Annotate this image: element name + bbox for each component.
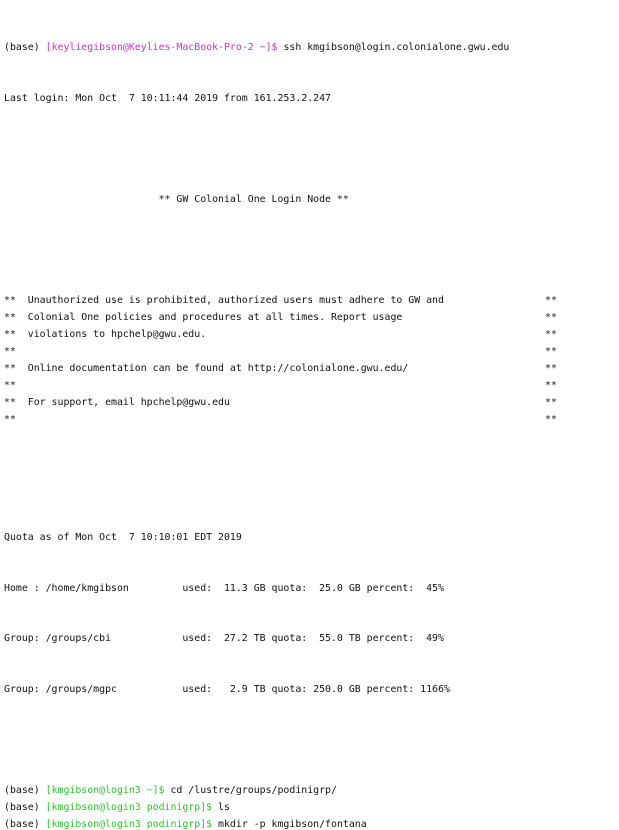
banner-border: ** [545, 413, 557, 425]
banner-text: ** For support, email hpchelp@gwu.edu [4, 396, 230, 408]
banner-border: ** [545, 362, 557, 374]
conda-env: (base) [4, 41, 46, 53]
remote-prompt: [kmgibson@login3 ~]$ [45, 785, 165, 797]
session-command-line: (base) [kmgibson@login3 podinigrp]$ mkdi… [4, 817, 509, 830]
command: mkdir -p kmgibson/fontana [212, 819, 367, 830]
banner-line: ** For support, email hpchelp@gwu.edu ** [4, 395, 557, 412]
conda-env: (base) [4, 802, 46, 814]
banner-line: ** Unauthorized use is prohibited, autho… [4, 293, 557, 310]
session-command-line: (base) [kmgibson@login3 podinigrp]$ ls [4, 800, 509, 817]
remote-prompt: [kmgibson@login3 podinigrp]$ [45, 802, 213, 814]
banner-line: ** ** [4, 378, 557, 395]
conda-env: (base) [4, 785, 46, 797]
banner-text: ** [4, 346, 16, 357]
banner-text: ** [4, 379, 16, 391]
banner-line: ** ** [4, 412, 557, 429]
banner-border: ** [545, 346, 557, 357]
remote-prompt: [kmgibson@login3 podinigrp]$ [45, 819, 213, 830]
last-login-line: Last login: Mon Oct 7 10:11:44 2019 from… [4, 92, 331, 104]
terminal-output[interactable]: (base) [keyliegibson@Keylies-MacBook-Pro… [4, 6, 557, 830]
banner-border: ** [545, 379, 557, 391]
banner-border: ** [545, 312, 557, 324]
banner-line: ** ** [4, 344, 557, 361]
quota-row: Home : /home/kmgibson used: 11.3 GB quot… [4, 582, 444, 594]
banner-line: ** Online documentation can be found at … [4, 361, 557, 378]
local-prompt: [keyliegibson@Keylies-MacBook-Pro-2 ~]$ [45, 41, 278, 53]
banner-title: ** GW Colonial One Login Node ** [4, 193, 349, 205]
session-command-line: (base) [kmgibson@login3 ~]$ cd /lustre/g… [4, 783, 509, 800]
conda-env: (base) [4, 819, 46, 830]
banner-border: ** [545, 329, 557, 341]
banner-text: ** Unauthorized use is prohibited, autho… [4, 295, 444, 307]
banner-text: ** [4, 413, 16, 425]
command: cd /lustre/groups/podinigrp/ [164, 785, 337, 797]
banner-border: ** [545, 295, 557, 307]
ssh-command-line: (base) [keyliegibson@Keylies-MacBook-Pro… [4, 40, 509, 57]
banner-line: ** violations to hpchelp@gwu.edu. ** [4, 327, 557, 344]
banner-line: ** Colonial One policies and procedures … [4, 310, 557, 327]
quota-row: Group: /groups/mgpc used: 2.9 TB quota: … [4, 683, 450, 695]
quota-header: Quota as of Mon Oct 7 10:10:01 EDT 2019 [4, 531, 242, 543]
banner-border: ** [545, 396, 557, 408]
command: ssh kmgibson@login.colonialone.gwu.edu [277, 41, 510, 53]
banner-text: ** Colonial One policies and procedures … [4, 312, 403, 324]
quota-row: Group: /groups/cbi used: 27.2 TB quota: … [4, 633, 444, 645]
command: ls [212, 802, 230, 814]
banner-text: ** Online documentation can be found at … [4, 362, 409, 374]
banner-text: ** violations to hpchelp@gwu.edu. [4, 329, 207, 341]
